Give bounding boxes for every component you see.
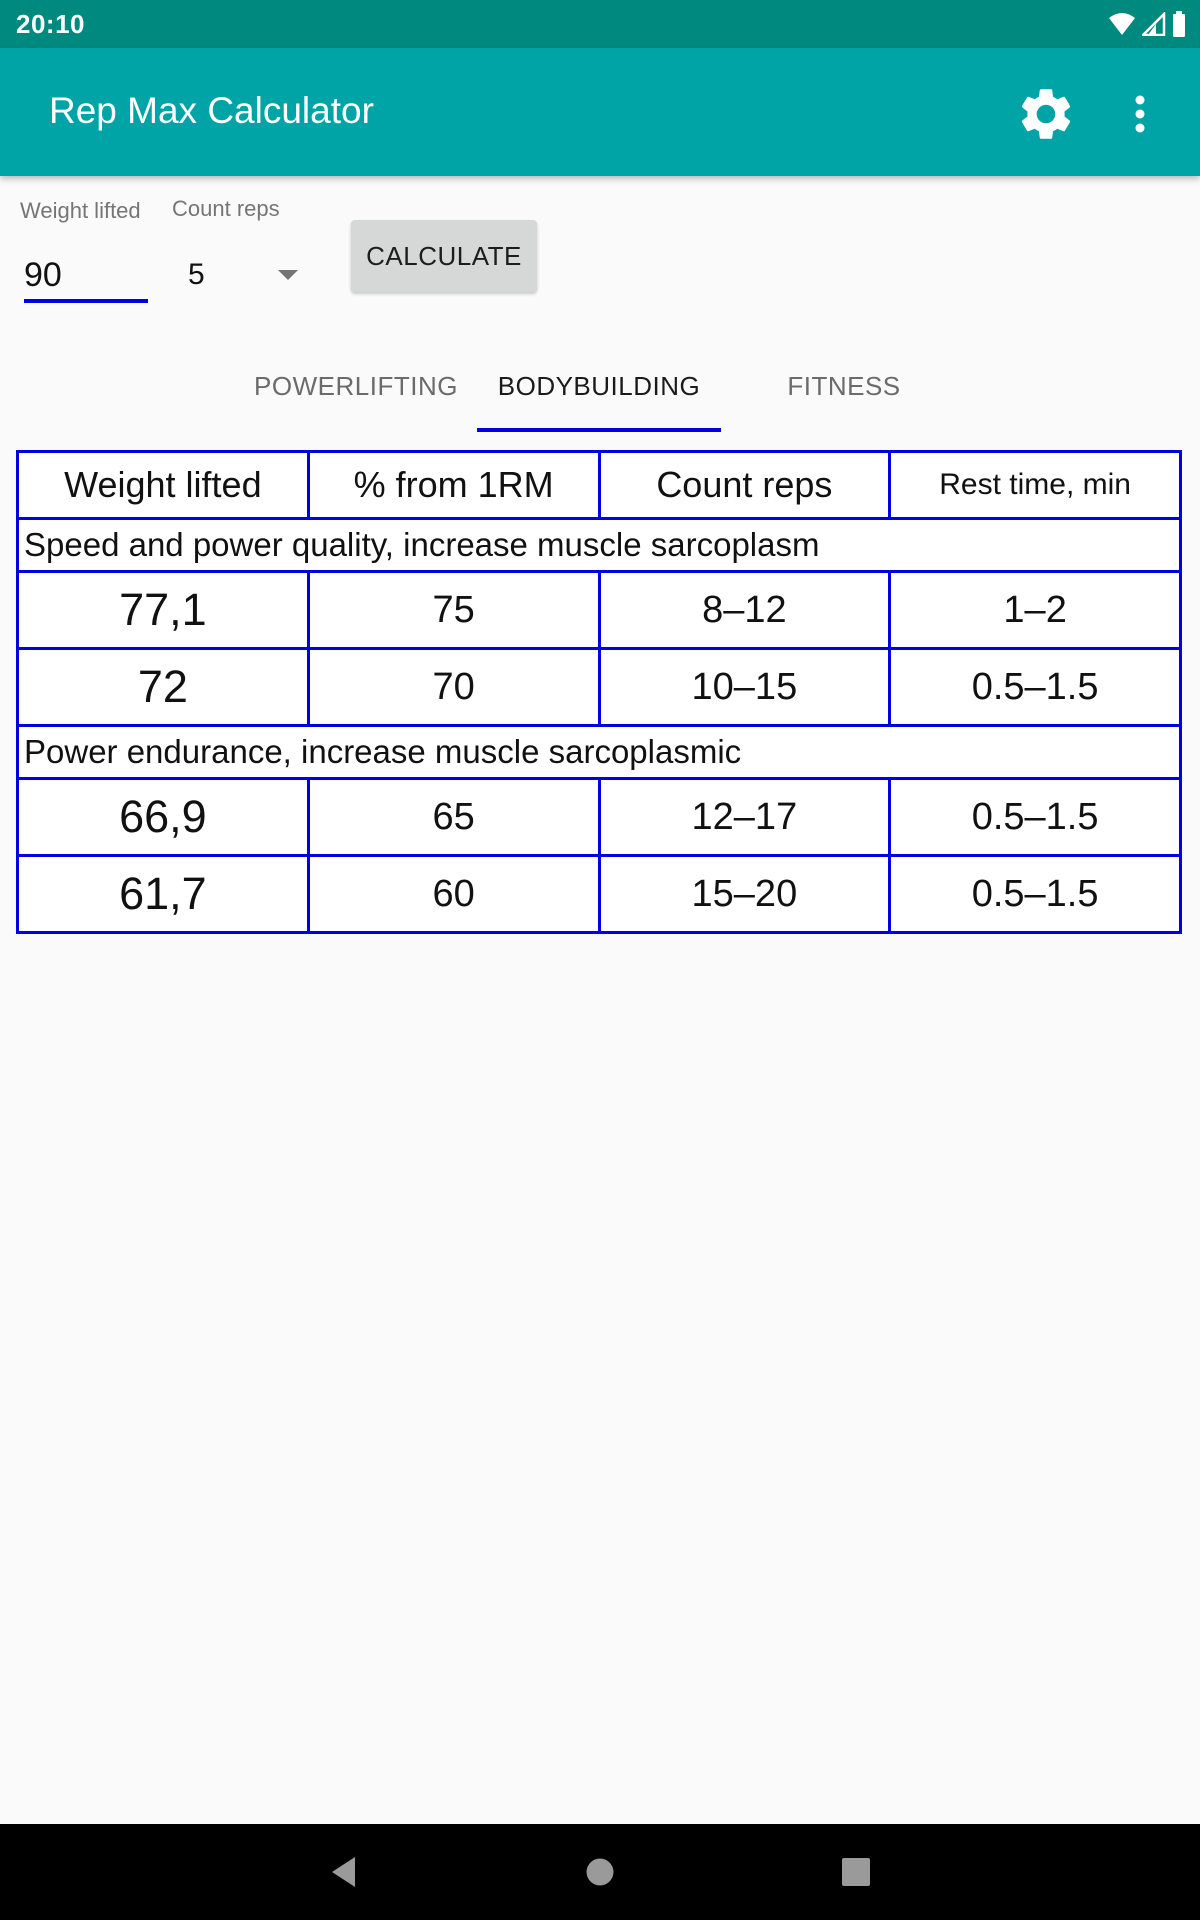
home-button[interactable] <box>580 1852 620 1892</box>
group-title: Power endurance, increase muscle sarcopl… <box>16 724 1182 780</box>
header-rest-time: Rest time, min <box>888 450 1182 520</box>
settings-button[interactable] <box>1012 80 1080 148</box>
count-reps-value: 5 <box>188 258 205 291</box>
gear-icon <box>1021 89 1071 139</box>
cell-rest: 0.5–1.5 <box>888 647 1182 727</box>
wifi-icon <box>1109 13 1135 35</box>
cell-reps: 10–15 <box>597 647 892 727</box>
status-time: 20:10 <box>16 9 85 39</box>
tab-fitness[interactable]: FITNESS <box>722 366 966 426</box>
tab-powerlifting[interactable]: POWERLIFTING <box>234 366 478 426</box>
cell-weight: 72 <box>16 647 310 727</box>
dropdown-arrow-icon <box>278 270 298 280</box>
weight-input-underline <box>24 299 148 303</box>
count-reps-label: Count reps <box>172 196 280 221</box>
more-vert-icon <box>1135 95 1145 133</box>
table-row: 66,9 65 12–17 0.5–1.5 <box>16 777 1182 857</box>
cell-rest: 0.5–1.5 <box>888 777 1182 857</box>
cell-weight: 77,1 <box>16 570 310 650</box>
count-reps-spinner[interactable]: 5 <box>176 250 306 300</box>
home-icon <box>586 1858 614 1886</box>
tab-indicator <box>477 428 721 432</box>
table-row: 72 70 10–15 0.5–1.5 <box>16 647 1182 727</box>
cell-percent: 65 <box>306 777 601 857</box>
status-icons <box>1108 10 1186 38</box>
cell-rest: 1–2 <box>888 570 1182 650</box>
cell-weight: 66,9 <box>16 777 310 857</box>
calculate-button[interactable]: CALCULATE <box>351 220 537 292</box>
navigation-bar <box>0 1824 1200 1920</box>
recents-icon <box>842 1858 870 1886</box>
cell-percent: 70 <box>306 647 601 727</box>
cell-weight: 61,7 <box>16 854 310 934</box>
cell-rest: 0.5–1.5 <box>888 854 1182 934</box>
table-row: 77,1 75 8–12 1–2 <box>16 570 1182 650</box>
overflow-menu-button[interactable] <box>1120 80 1160 148</box>
table-row: 61,7 60 15–20 0.5–1.5 <box>16 854 1182 934</box>
group-row: Speed and power quality, increase muscle… <box>16 517 1182 573</box>
signal-icon <box>1142 12 1166 36</box>
cell-percent: 75 <box>306 570 601 650</box>
tab-bodybuilding[interactable]: BODYBUILDING <box>477 366 721 426</box>
header-percent-1rm: % from 1RM <box>306 450 601 520</box>
header-weight-lifted: Weight lifted <box>16 450 310 520</box>
app-title: Rep Max Calculator <box>49 90 374 131</box>
app-bar: Rep Max Calculator <box>0 48 1200 176</box>
cell-percent: 60 <box>306 854 601 934</box>
weight-lifted-input[interactable] <box>24 252 148 298</box>
battery-icon <box>1173 11 1185 37</box>
back-icon <box>332 1857 355 1887</box>
weight-lifted-label: Weight lifted <box>20 198 141 223</box>
group-row: Power endurance, increase muscle sarcopl… <box>16 724 1182 780</box>
cell-reps: 8–12 <box>597 570 892 650</box>
table-header-row: Weight lifted % from 1RM Count reps Rest… <box>16 450 1182 520</box>
recents-button[interactable] <box>836 1852 876 1892</box>
cell-reps: 12–17 <box>597 777 892 857</box>
status-bar: 20:10 <box>0 0 1200 48</box>
cell-reps: 15–20 <box>597 854 892 934</box>
group-title: Speed and power quality, increase muscle… <box>16 517 1182 573</box>
header-count-reps: Count reps <box>597 450 892 520</box>
results-table: Weight lifted % from 1RM Count reps Rest… <box>16 450 1182 934</box>
back-button[interactable] <box>323 1852 363 1892</box>
